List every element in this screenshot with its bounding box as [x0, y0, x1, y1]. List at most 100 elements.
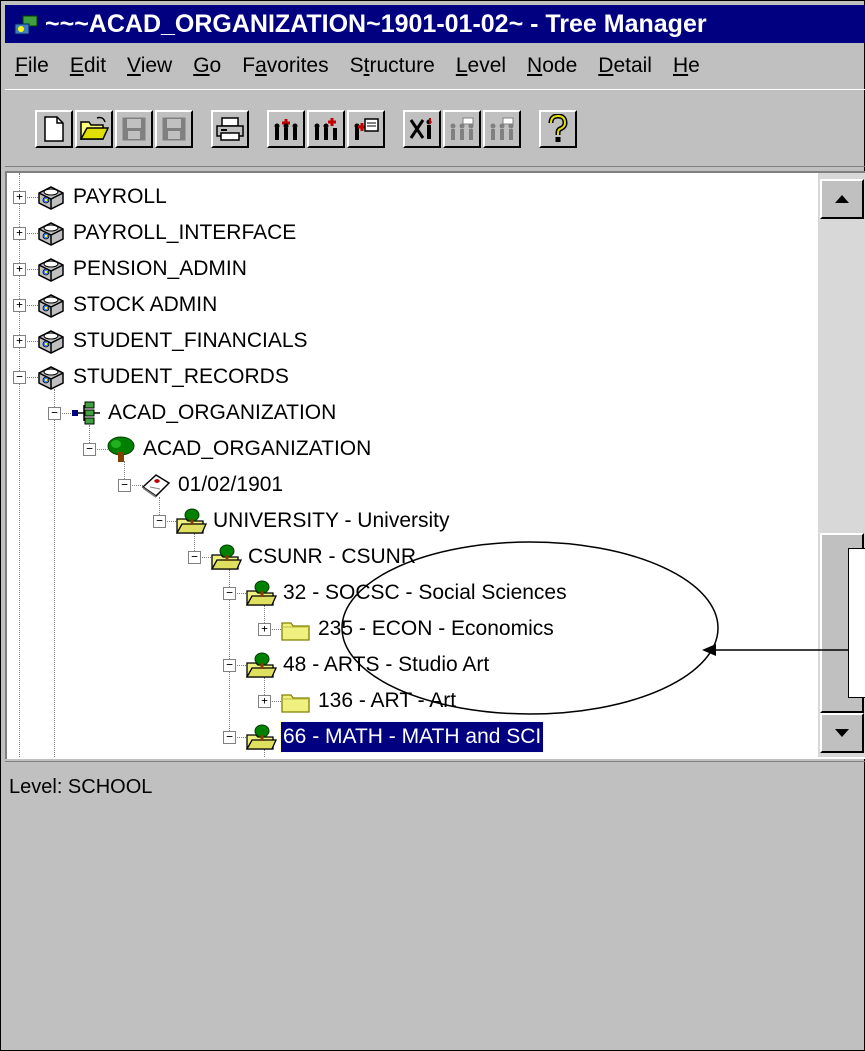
tree-node-label[interactable]: ACAD_ORGANIZATION	[106, 398, 338, 428]
tree-node[interactable]: − ACAD_ORGANIZATION	[83, 431, 767, 467]
tree-node[interactable]: − 01/02/1901	[118, 467, 767, 503]
menu-bar: File Edit View Go Favorites Structure Level Nod…	[5, 45, 865, 87]
save-button[interactable]	[115, 110, 153, 148]
tree-node-label[interactable]: STUDENT_FINANCIALS	[71, 326, 310, 356]
tree-node[interactable]: + STOCK ADMIN	[13, 287, 767, 323]
tree-manager-window: ~~~ACAD_ORGANIZATION~1901-01-02~ - Tree …	[0, 0, 865, 1051]
new-button[interactable]	[35, 110, 73, 148]
tree-node[interactable]: + STUDENT_FINANCIALS	[13, 323, 767, 359]
status-bar: Level: SCHOOL	[5, 761, 865, 811]
tree-connector-line	[54, 389, 55, 757]
arrow-up-icon	[835, 195, 849, 203]
collapse-toggle[interactable]: −	[48, 407, 61, 420]
collapse-toggle[interactable]: −	[118, 479, 131, 492]
tree-node[interactable]: − STUDENT_RECORDS	[13, 359, 767, 395]
expand-toggle[interactable]: +	[258, 695, 271, 708]
toolbar	[5, 89, 865, 167]
tree-node-label[interactable]: CSUNR - CSUNR	[246, 542, 418, 572]
title-bar[interactable]: ~~~ACAD_ORGANIZATION~1901-01-02~ - Tree …	[5, 5, 865, 43]
print-button[interactable]	[211, 110, 249, 148]
expand-toggle[interactable]: +	[13, 335, 26, 348]
tree-node[interactable]: + PENSION_ADMIN	[13, 251, 767, 287]
tree-node[interactable]: − 32 - SOCSC - Social Sciences	[223, 575, 767, 611]
status-text: Level: SCHOOL	[9, 776, 153, 798]
tree-node[interactable]: +235 - ECON - Economics	[258, 611, 767, 647]
expand-toggle[interactable]: +	[258, 623, 271, 636]
effective-date-icon	[140, 471, 172, 499]
tree-node-label[interactable]: 136 - ART - Art	[316, 686, 458, 716]
tree-node-label[interactable]: PENSION_ADMIN	[71, 254, 249, 284]
tree-node[interactable]: − UNIVERSITY - University	[153, 503, 767, 539]
expand-toggle[interactable]: +	[13, 299, 26, 312]
scroll-down-button[interactable]	[820, 713, 864, 753]
menu-node[interactable]: Node	[517, 45, 588, 87]
tree-node[interactable]: + PAYROLL_INTERFACE	[13, 215, 767, 251]
open-icon	[79, 116, 109, 140]
menu-detail[interactable]: Detail	[588, 45, 663, 87]
save-icon	[122, 117, 146, 141]
insert-child-icon	[314, 118, 337, 140]
tree-icon	[105, 435, 137, 463]
cut-button[interactable]	[443, 110, 481, 148]
tree-node-label[interactable]: STUDENT_RECORDS	[71, 362, 291, 392]
collapse-toggle[interactable]: −	[223, 731, 236, 744]
insert-detail-icon	[354, 118, 379, 140]
tree-node-label[interactable]: UNIVERSITY - University	[211, 506, 452, 536]
delete-button[interactable]	[403, 110, 441, 148]
database-icon	[35, 291, 67, 319]
menu-go[interactable]: Go	[183, 45, 232, 87]
collapse-toggle[interactable]: −	[223, 659, 236, 672]
menu-favorites[interactable]: Favorites	[232, 45, 339, 87]
save-as-icon	[162, 117, 186, 141]
help-button[interactable]	[539, 110, 577, 148]
tree-node-label[interactable]: 01/02/1901	[176, 470, 285, 500]
app-icon	[14, 15, 38, 35]
tree-node[interactable]: + PAYROLL	[13, 179, 767, 215]
collapse-toggle[interactable]: −	[83, 443, 96, 456]
menu-level[interactable]: Level	[446, 45, 517, 87]
scroll-up-button[interactable]	[820, 179, 864, 219]
tree-node[interactable]: − 48 - ARTS - Studio Art	[223, 647, 767, 683]
tree-node[interactable]: − ACAD_ORGANIZATION	[48, 395, 767, 431]
expand-toggle[interactable]: +	[13, 263, 26, 276]
tree-node-label[interactable]: PAYROLL_INTERFACE	[71, 218, 298, 248]
expand-toggle[interactable]: +	[13, 227, 26, 240]
tree-node[interactable]: − 66 - MATH - MATH and SCI	[223, 719, 767, 755]
menu-edit[interactable]: Edit	[60, 45, 117, 87]
tree-node[interactable]: − CSUNR - CSUNR	[188, 539, 767, 575]
cut-icon	[450, 117, 474, 140]
menu-he[interactable]: He	[663, 45, 711, 87]
database-icon	[35, 183, 67, 211]
collapse-toggle[interactable]: −	[188, 551, 201, 564]
collapse-toggle[interactable]: −	[153, 515, 166, 528]
tree-node-label[interactable]: 32 - SOCSC - Social Sciences	[281, 578, 569, 608]
collapse-toggle[interactable]: −	[223, 587, 236, 600]
database-icon	[35, 363, 67, 391]
open-folder-tree-icon	[245, 579, 278, 607]
tree-node-label[interactable]: ACAD_ORGANIZATION	[141, 434, 373, 464]
insert-sibling-icon	[274, 119, 298, 140]
open-folder-tree-icon	[210, 543, 243, 571]
collapse-toggle[interactable]: −	[13, 371, 26, 384]
open-folder-tree-icon	[245, 723, 278, 751]
tree-node-label[interactable]: 66 - MATH - MATH and SCI	[279, 721, 545, 753]
expand-toggle[interactable]: +	[13, 191, 26, 204]
tree-node-label[interactable]: PAYROLL	[71, 182, 169, 212]
menu-view[interactable]: View	[117, 45, 183, 87]
insert-sibling-button[interactable]	[267, 110, 305, 148]
help-icon	[548, 114, 568, 142]
tree-view[interactable]: + PAYROLL + PAYROLL_INTERFACE + PENSION_ADMIN…	[5, 171, 865, 759]
tree-node-label[interactable]: 235 - ECON - Economics	[316, 614, 556, 644]
save-as-button[interactable]	[155, 110, 193, 148]
menu-file[interactable]: File	[5, 45, 60, 87]
menu-structure[interactable]: Structure	[340, 45, 446, 87]
insert-child-button[interactable]	[307, 110, 345, 148]
tree-node[interactable]: +136 - ART - Art	[258, 683, 767, 719]
open-button[interactable]	[75, 110, 113, 148]
tree-node[interactable]: +487 - MATH - Math	[258, 755, 767, 757]
open-folder-tree-icon	[245, 651, 278, 679]
insert-detail-button[interactable]	[347, 110, 385, 148]
tree-node-label[interactable]: 48 - ARTS - Studio Art	[281, 650, 491, 680]
tree-node-label[interactable]: STOCK ADMIN	[71, 290, 219, 320]
copy-button[interactable]	[483, 110, 521, 148]
